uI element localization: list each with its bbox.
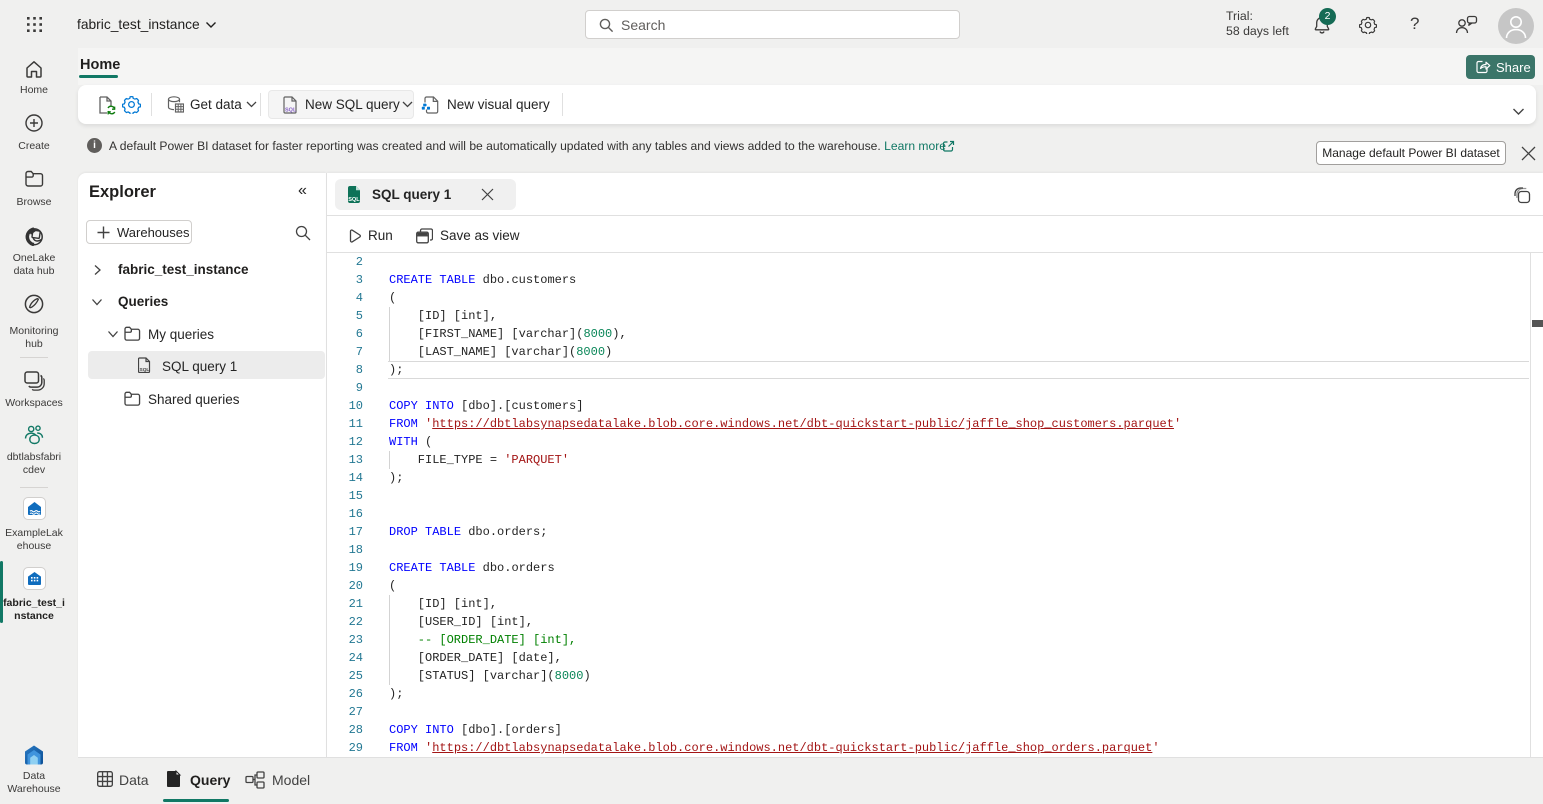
svg-text:SQL: SQL <box>285 108 297 114</box>
svg-text:SQL: SQL <box>348 197 360 203</box>
svg-text:SQL: SQL <box>140 367 150 373</box>
